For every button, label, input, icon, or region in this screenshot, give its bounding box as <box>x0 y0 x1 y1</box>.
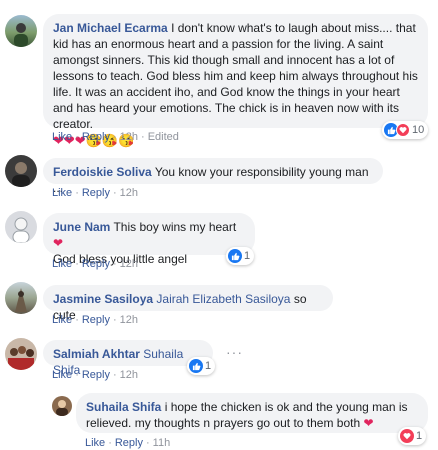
reply-link[interactable]: Reply <box>82 258 110 270</box>
love-reaction-icon <box>396 123 410 137</box>
comment-actions: Like · Reply · 12h <box>52 258 139 270</box>
person-icon <box>15 288 27 312</box>
comment-bubble: June Nam This boy wins my heart❤ God ble… <box>43 213 255 266</box>
reaction-badge[interactable]: 1 <box>226 247 255 265</box>
comment-actions: Like · Reply · 12h <box>52 187 139 199</box>
author-name[interactable]: Salmiah Akhtar <box>53 347 140 361</box>
heart-emoji: ❤ <box>363 416 374 430</box>
like-reaction-icon <box>189 359 203 373</box>
person-icon <box>12 162 30 187</box>
timestamp[interactable]: 12h <box>120 314 138 326</box>
avatar[interactable] <box>5 338 37 370</box>
reaction-count: 10 <box>412 124 425 136</box>
reaction-count: 1 <box>205 360 212 372</box>
like-link[interactable]: Like <box>52 369 72 381</box>
avatar[interactable] <box>52 396 72 416</box>
comment-bubble: Suhaila Shifa i hope the chicken is ok a… <box>76 393 428 433</box>
like-link[interactable]: Like <box>52 187 72 199</box>
like-link[interactable]: Like <box>52 314 72 326</box>
comment-actions: Like · Reply · 12h <box>52 369 139 381</box>
timestamp[interactable]: 11h <box>153 437 171 449</box>
reply-link[interactable]: Reply <box>115 437 143 449</box>
person-icon <box>56 400 68 416</box>
reply-link[interactable]: Reply <box>82 187 110 199</box>
comment-actions: Like · Reply · 12h · Edited <box>52 131 179 143</box>
reaction-count: 1 <box>244 250 251 262</box>
comment-bubble: Ferdoiskie Soliva You know your responsi… <box>43 158 383 195</box>
comment-text: This boy wins my heart <box>110 220 237 234</box>
like-link[interactable]: Like <box>85 437 105 449</box>
reaction-count: 1 <box>416 430 423 442</box>
author-name[interactable]: June Nam <box>53 220 110 234</box>
like-link[interactable]: Like <box>52 258 72 270</box>
avatar[interactable] <box>5 282 37 314</box>
reply-link[interactable]: Reply <box>82 314 110 326</box>
timestamp[interactable]: 12h <box>120 187 138 199</box>
heart-emoji: ❤ <box>53 236 64 250</box>
person-icon <box>12 217 30 243</box>
more-options-icon[interactable]: ··· <box>226 344 243 360</box>
author-name[interactable]: Suhaila Shifa <box>86 400 161 414</box>
comment-actions: Like · Reply · 11h <box>85 437 171 449</box>
reply-link[interactable]: Reply <box>82 369 110 381</box>
avatar[interactable] <box>5 155 37 187</box>
author-name[interactable]: Jan Michael Ecarma <box>53 21 168 35</box>
reaction-badge[interactable]: 1 <box>187 357 216 375</box>
avatar[interactable] <box>5 211 37 243</box>
comment-text: I don't know what's to laugh about miss.… <box>53 21 418 131</box>
comment-bubble: Jan Michael Ecarma I don't know what's t… <box>43 14 428 148</box>
reaction-badge[interactable]: 1 <box>398 427 427 445</box>
author-name[interactable]: Ferdoiskie Soliva <box>53 165 152 179</box>
tagged-user[interactable]: Jairah Elizabeth Sasiloya <box>153 292 290 306</box>
like-reaction-icon <box>228 249 242 263</box>
timestamp[interactable]: 12h <box>120 369 138 381</box>
author-name[interactable]: Jasmine Sasiloya <box>53 292 153 306</box>
timestamp[interactable]: 12h <box>120 258 138 270</box>
timestamp[interactable]: 12h <box>120 131 138 143</box>
edited-label[interactable]: Edited <box>148 131 179 143</box>
person-icon <box>14 23 28 47</box>
reply-link[interactable]: Reply <box>82 131 110 143</box>
reaction-badge[interactable]: 10 <box>382 121 429 139</box>
comment-actions: Like · Reply · 12h <box>52 314 139 326</box>
like-link[interactable]: Like <box>52 131 72 143</box>
avatar[interactable] <box>5 15 37 47</box>
comment-bubble: Jasmine Sasiloya Jairah Elizabeth Sasilo… <box>43 285 333 322</box>
love-reaction-icon <box>400 429 414 443</box>
group-photo-icon <box>8 346 34 370</box>
